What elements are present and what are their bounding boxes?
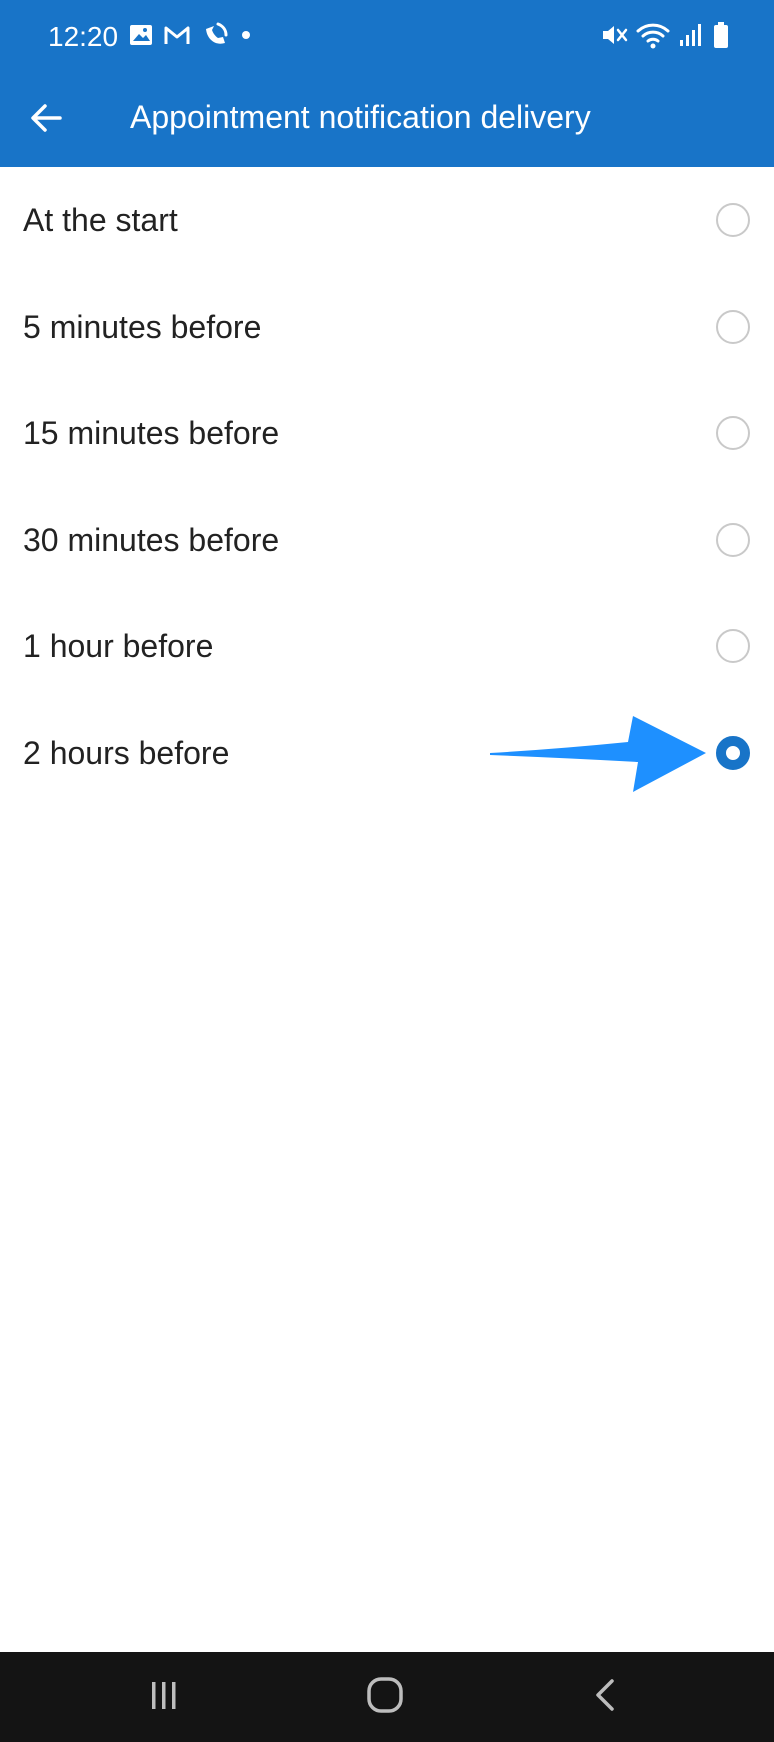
option-30-minutes-before[interactable]: 30 minutes before	[0, 487, 774, 594]
back-button[interactable]	[18, 92, 74, 148]
system-status-icons	[600, 20, 738, 54]
page-title: Appointment notification delivery	[130, 99, 591, 135]
option-label: 1 hour before	[23, 628, 214, 665]
option-15-minutes-before[interactable]: 15 minutes before	[0, 380, 774, 487]
radio-button[interactable]	[716, 416, 750, 451]
radio-button[interactable]	[716, 522, 750, 557]
status-bar: 12:20	[0, 0, 774, 74]
option-label: 2 hours before	[23, 734, 230, 771]
radio-button[interactable]	[716, 309, 750, 344]
recent-apps-button[interactable]	[134, 1667, 194, 1727]
option-label: 15 minutes before	[23, 415, 280, 452]
radio-button[interactable]	[716, 629, 750, 664]
option-1-hour-before[interactable]: 1 hour before	[0, 593, 774, 700]
home-icon	[365, 1675, 405, 1720]
arrow-back-icon	[29, 101, 63, 140]
status-time: 12:20	[48, 21, 119, 52]
toolbar: Appointment notification delivery	[0, 74, 774, 167]
wifi-icon	[636, 21, 670, 54]
signal-icon	[678, 22, 704, 53]
nav-back-button[interactable]	[576, 1667, 636, 1727]
option-at-the-start[interactable]: At the start	[0, 167, 774, 274]
gmail-icon	[163, 24, 191, 51]
radio-button-selected[interactable]	[716, 735, 750, 770]
battery-icon	[712, 21, 730, 54]
option-label: 30 minutes before	[23, 521, 280, 558]
recent-apps-icon	[146, 1677, 182, 1718]
options-list: At the start 5 minutes before 15 minutes…	[0, 167, 774, 806]
home-button[interactable]	[355, 1667, 415, 1727]
phone-app-icon	[201, 21, 229, 54]
notification-icons	[129, 22, 263, 52]
vibrate-icon	[600, 21, 628, 54]
back-icon	[588, 1677, 624, 1718]
radio-button[interactable]	[716, 203, 750, 238]
image-icon	[129, 24, 153, 51]
option-label: 5 minutes before	[23, 308, 262, 345]
system-nav-bar	[0, 1652, 774, 1742]
pointer-arrow-icon	[488, 714, 708, 794]
dot-icon	[239, 28, 253, 47]
option-5-minutes-before[interactable]: 5 minutes before	[0, 274, 774, 381]
app-bar: 12:20 Appointment notification delivery	[0, 0, 774, 167]
option-label: At the start	[23, 202, 178, 239]
